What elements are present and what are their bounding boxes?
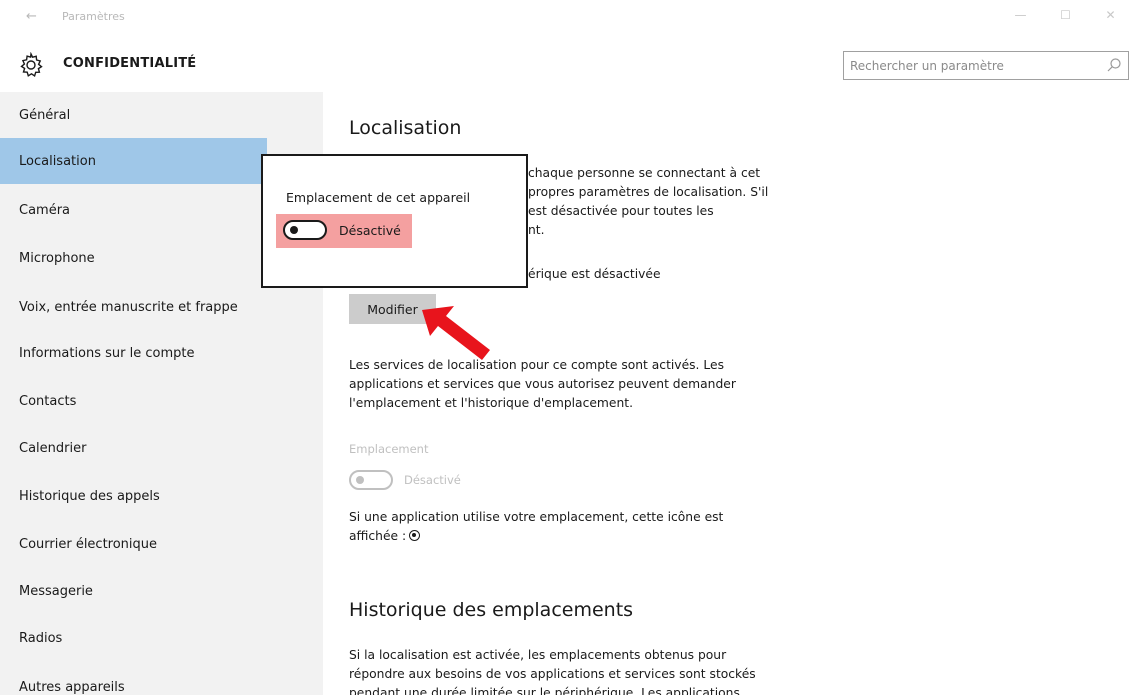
intro-line-1: chaque personne se connectant à cet xyxy=(528,166,761,180)
sidebar-item-messaging[interactable]: Messagerie xyxy=(0,568,323,614)
sidebar-item-email[interactable]: Courrier électronique xyxy=(0,521,323,567)
gear-icon xyxy=(20,52,43,78)
close-button[interactable]: ✕ xyxy=(1088,0,1133,30)
section-heading: Localisation xyxy=(349,117,462,139)
location-toggle-state: Désactivé xyxy=(404,473,461,487)
maximize-button[interactable]: ☐ xyxy=(1043,0,1088,30)
minimize-button[interactable]: — xyxy=(998,0,1043,30)
sidebar-item-general[interactable]: Général xyxy=(0,92,323,138)
sidebar-item-calendar[interactable]: Calendrier xyxy=(0,425,323,471)
sidebar-item-call-history[interactable]: Historique des appels xyxy=(0,473,323,519)
popup-toggle-state: Désactivé xyxy=(339,223,401,238)
icon-text-line-1: Si une application utilise votre emplace… xyxy=(349,510,724,524)
icon-text-line-2: affichée : xyxy=(349,527,421,546)
intro-line-4: nt. xyxy=(528,223,545,237)
location-toggle[interactable] xyxy=(349,470,393,490)
sidebar-item-voice[interactable]: Voix, entrée manuscrite et frappe xyxy=(0,284,323,330)
title-bar: ← Paramètres — ☐ ✕ xyxy=(0,0,1133,38)
sidebar-item-radios[interactable]: Radios xyxy=(0,615,323,661)
account-text-line-2: applications et services que vous autori… xyxy=(349,377,736,391)
device-location-toggle[interactable] xyxy=(283,220,327,240)
sidebar-item-localisation[interactable]: Localisation xyxy=(0,138,267,184)
history-text-line-3: pendant une durée limitée sur le périphé… xyxy=(349,686,740,695)
icon-text-label: affichée : xyxy=(349,529,407,543)
sidebar-item-account-info[interactable]: Informations sur le compte xyxy=(0,330,323,376)
page-title: CONFIDENTIALITÉ xyxy=(63,56,197,71)
search-box[interactable] xyxy=(843,51,1129,80)
device-location-popup: Emplacement de cet appareil Désactivé xyxy=(261,154,528,288)
intro-line-3: est désactivée pour toutes les xyxy=(528,204,714,218)
window-title: Paramètres xyxy=(62,10,125,23)
page-header: CONFIDENTIALITÉ xyxy=(0,48,1133,88)
window-controls: — ☐ ✕ xyxy=(998,0,1133,30)
search-icon[interactable] xyxy=(1106,57,1122,73)
popup-label: Emplacement de cet appareil xyxy=(286,190,471,205)
search-input[interactable] xyxy=(844,52,1094,79)
history-text-line-2: répondre aux besoins de vos applications… xyxy=(349,667,756,681)
history-heading: Historique des emplacements xyxy=(349,599,634,621)
annotation-arrow-icon xyxy=(422,306,490,360)
history-text-line-1: Si la localisation est activée, les empl… xyxy=(349,648,727,662)
location-in-use-icon xyxy=(409,530,421,541)
device-location-status: érique est désactivée xyxy=(528,267,661,281)
account-text-line-3: l'emplacement et l'historique d'emplacem… xyxy=(349,396,633,410)
location-label: Emplacement xyxy=(349,442,429,456)
sidebar-item-contacts[interactable]: Contacts xyxy=(0,378,323,424)
intro-line-2: propres paramètres de localisation. S'il xyxy=(528,185,769,199)
back-arrow-icon[interactable]: ← xyxy=(26,9,37,24)
account-text-line-1: Les services de localisation pour ce com… xyxy=(349,358,724,372)
sidebar-item-other-devices[interactable]: Autres appareils xyxy=(0,664,323,695)
